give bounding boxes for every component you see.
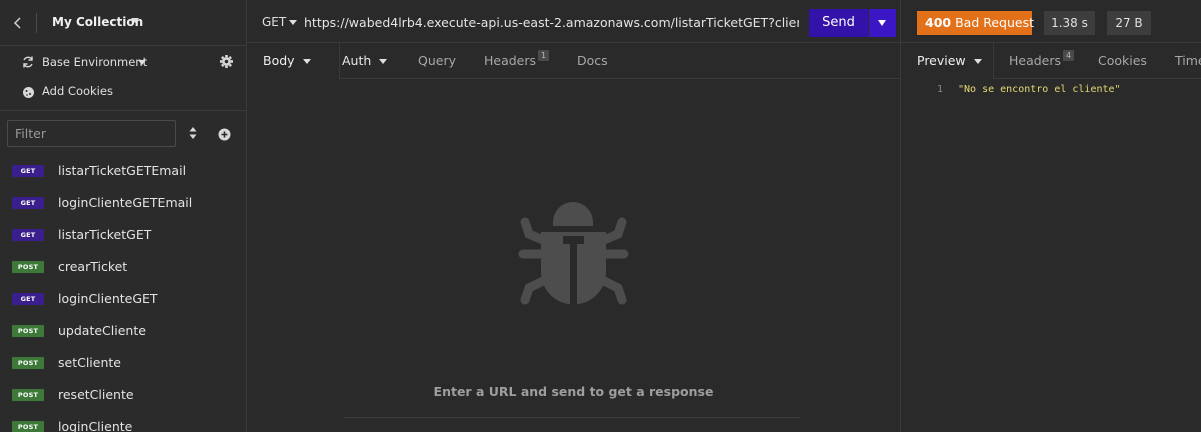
request-name: setCliente — [58, 355, 121, 370]
send-button[interactable]: Send — [809, 9, 868, 37]
response-tabs: Preview Headers4 Cookies Time — [901, 43, 1201, 79]
add-request-icon[interactable] — [218, 126, 231, 141]
method-badge: GET — [12, 293, 44, 305]
sidebar: My Collection Base Environment Add Cooki… — [0, 0, 247, 432]
method-badge: GET — [12, 197, 44, 209]
request-tabs: Body Auth Query Headers 1 Docs — [247, 43, 900, 79]
request-name: loginCliente — [58, 419, 133, 432]
refresh-icon — [21, 54, 35, 68]
tab-timeline[interactable]: Time — [1175, 43, 1201, 79]
environment-label: Base Environment — [42, 55, 148, 69]
request-name: updateCliente — [58, 323, 146, 338]
method-badge: POST — [12, 357, 44, 369]
tab-body[interactable]: Body — [247, 43, 339, 79]
tab-response-headers-label: Headers — [1009, 53, 1062, 68]
headers-count-badge: 1 — [538, 50, 550, 61]
method-badge: POST — [12, 389, 44, 401]
sort-icon[interactable] — [186, 125, 200, 141]
response-headers-count-badge: 4 — [1063, 50, 1075, 61]
response-header: 400 Bad Request 1.38 s 27 B — [901, 0, 1201, 43]
url-input[interactable]: https://wabed4lrb4.execute-api.us-east-2… — [304, 15, 799, 30]
response-body-text: "No se encontro el cliente" — [958, 84, 1121, 95]
request-name: crearTicket — [58, 259, 128, 274]
request-name: loginClienteGET — [58, 291, 158, 306]
chevron-down-icon[interactable] — [131, 18, 139, 23]
back-chevron-icon[interactable] — [11, 14, 25, 32]
tab-cookies[interactable]: Cookies — [1098, 43, 1147, 79]
request-name: listarTicketGET — [58, 227, 152, 242]
list-item[interactable]: POST updateCliente — [0, 315, 247, 347]
tab-headers-label: Headers — [484, 53, 537, 68]
tab-query[interactable]: Query — [418, 43, 456, 79]
chevron-down-icon — [973, 59, 982, 64]
list-item[interactable]: GET listarTicketGET — [0, 219, 247, 251]
list-item[interactable]: POST crearTicket — [0, 251, 247, 283]
tab-preview[interactable]: Preview — [901, 43, 993, 79]
collection-title[interactable]: My Collection — [52, 15, 143, 29]
method-badge: GET — [12, 165, 44, 177]
filter-input[interactable] — [7, 120, 176, 147]
hint-divider — [344, 417, 800, 418]
empty-state-hint: Enter a URL and send to get a response — [433, 384, 714, 399]
chevron-down-icon — [878, 20, 886, 26]
request-name: resetCliente — [58, 387, 134, 402]
request-name: loginClienteGETEmail — [58, 195, 193, 210]
list-item[interactable]: GET loginClienteGETEmail — [0, 187, 247, 219]
request-name: listarTicketGETEmail — [58, 163, 187, 178]
response-size-badge: 27 B — [1107, 11, 1151, 35]
method-badge: POST — [12, 325, 44, 337]
line-number: 1 — [937, 84, 944, 95]
status-code: 400 — [925, 15, 952, 30]
environment-selector[interactable]: Base Environment — [0, 49, 247, 75]
tab-body-label: Body — [263, 53, 295, 68]
tab-auth-label: Auth — [342, 53, 372, 68]
response-time-badge: 1.38 s — [1044, 11, 1095, 35]
tab-headers[interactable]: Headers 1 — [484, 43, 550, 79]
chevron-down-icon[interactable] — [138, 60, 146, 65]
request-body-pane: Enter a URL and send to get a response — [247, 80, 900, 432]
method-selector[interactable]: GET — [262, 15, 286, 29]
chevron-down-icon — [379, 59, 388, 64]
cookie-icon — [22, 84, 35, 98]
tab-preview-label: Preview — [917, 53, 966, 68]
method-badge: POST — [12, 261, 44, 273]
method-badge: GET — [12, 229, 44, 241]
url-bar: GET https://wabed4lrb4.execute-api.us-ea… — [247, 0, 900, 43]
add-cookies-label: Add Cookies — [42, 84, 113, 98]
chevron-down-icon — [302, 59, 311, 64]
list-item[interactable]: POST resetCliente — [0, 379, 247, 411]
sidebar-divider — [0, 110, 247, 111]
tab-auth[interactable]: Auth — [342, 43, 388, 79]
send-options-button[interactable] — [869, 9, 896, 37]
list-item[interactable]: GET listarTicketGETEmail — [0, 155, 247, 187]
response-pane: 400 Bad Request 1.38 s 27 B Preview Head… — [900, 0, 1201, 432]
response-code-line: 1 "No se encontro el cliente" — [901, 84, 1201, 98]
status-badge: 400 Bad Request — [917, 11, 1034, 35]
collection-header: My Collection — [0, 0, 247, 46]
chevron-down-icon[interactable] — [289, 20, 297, 25]
tab-divider — [339, 43, 340, 79]
list-item[interactable]: POST loginCliente — [0, 411, 247, 432]
add-cookies-button[interactable]: Add Cookies — [0, 79, 247, 103]
tab-divider — [993, 43, 994, 79]
tab-docs[interactable]: Docs — [577, 43, 608, 79]
status-text: Bad Request — [955, 15, 1034, 30]
list-item[interactable]: GET loginClienteGET — [0, 283, 247, 315]
tab-response-headers[interactable]: Headers 4 — [1009, 43, 1075, 79]
gear-icon[interactable] — [219, 54, 234, 69]
header-divider — [36, 13, 37, 33]
request-list: GET listarTicketGETEmail GET loginClienteG… — [0, 155, 247, 432]
method-badge: POST — [12, 421, 44, 432]
bug-icon — [517, 192, 630, 312]
list-item[interactable]: POST setCliente — [0, 347, 247, 379]
